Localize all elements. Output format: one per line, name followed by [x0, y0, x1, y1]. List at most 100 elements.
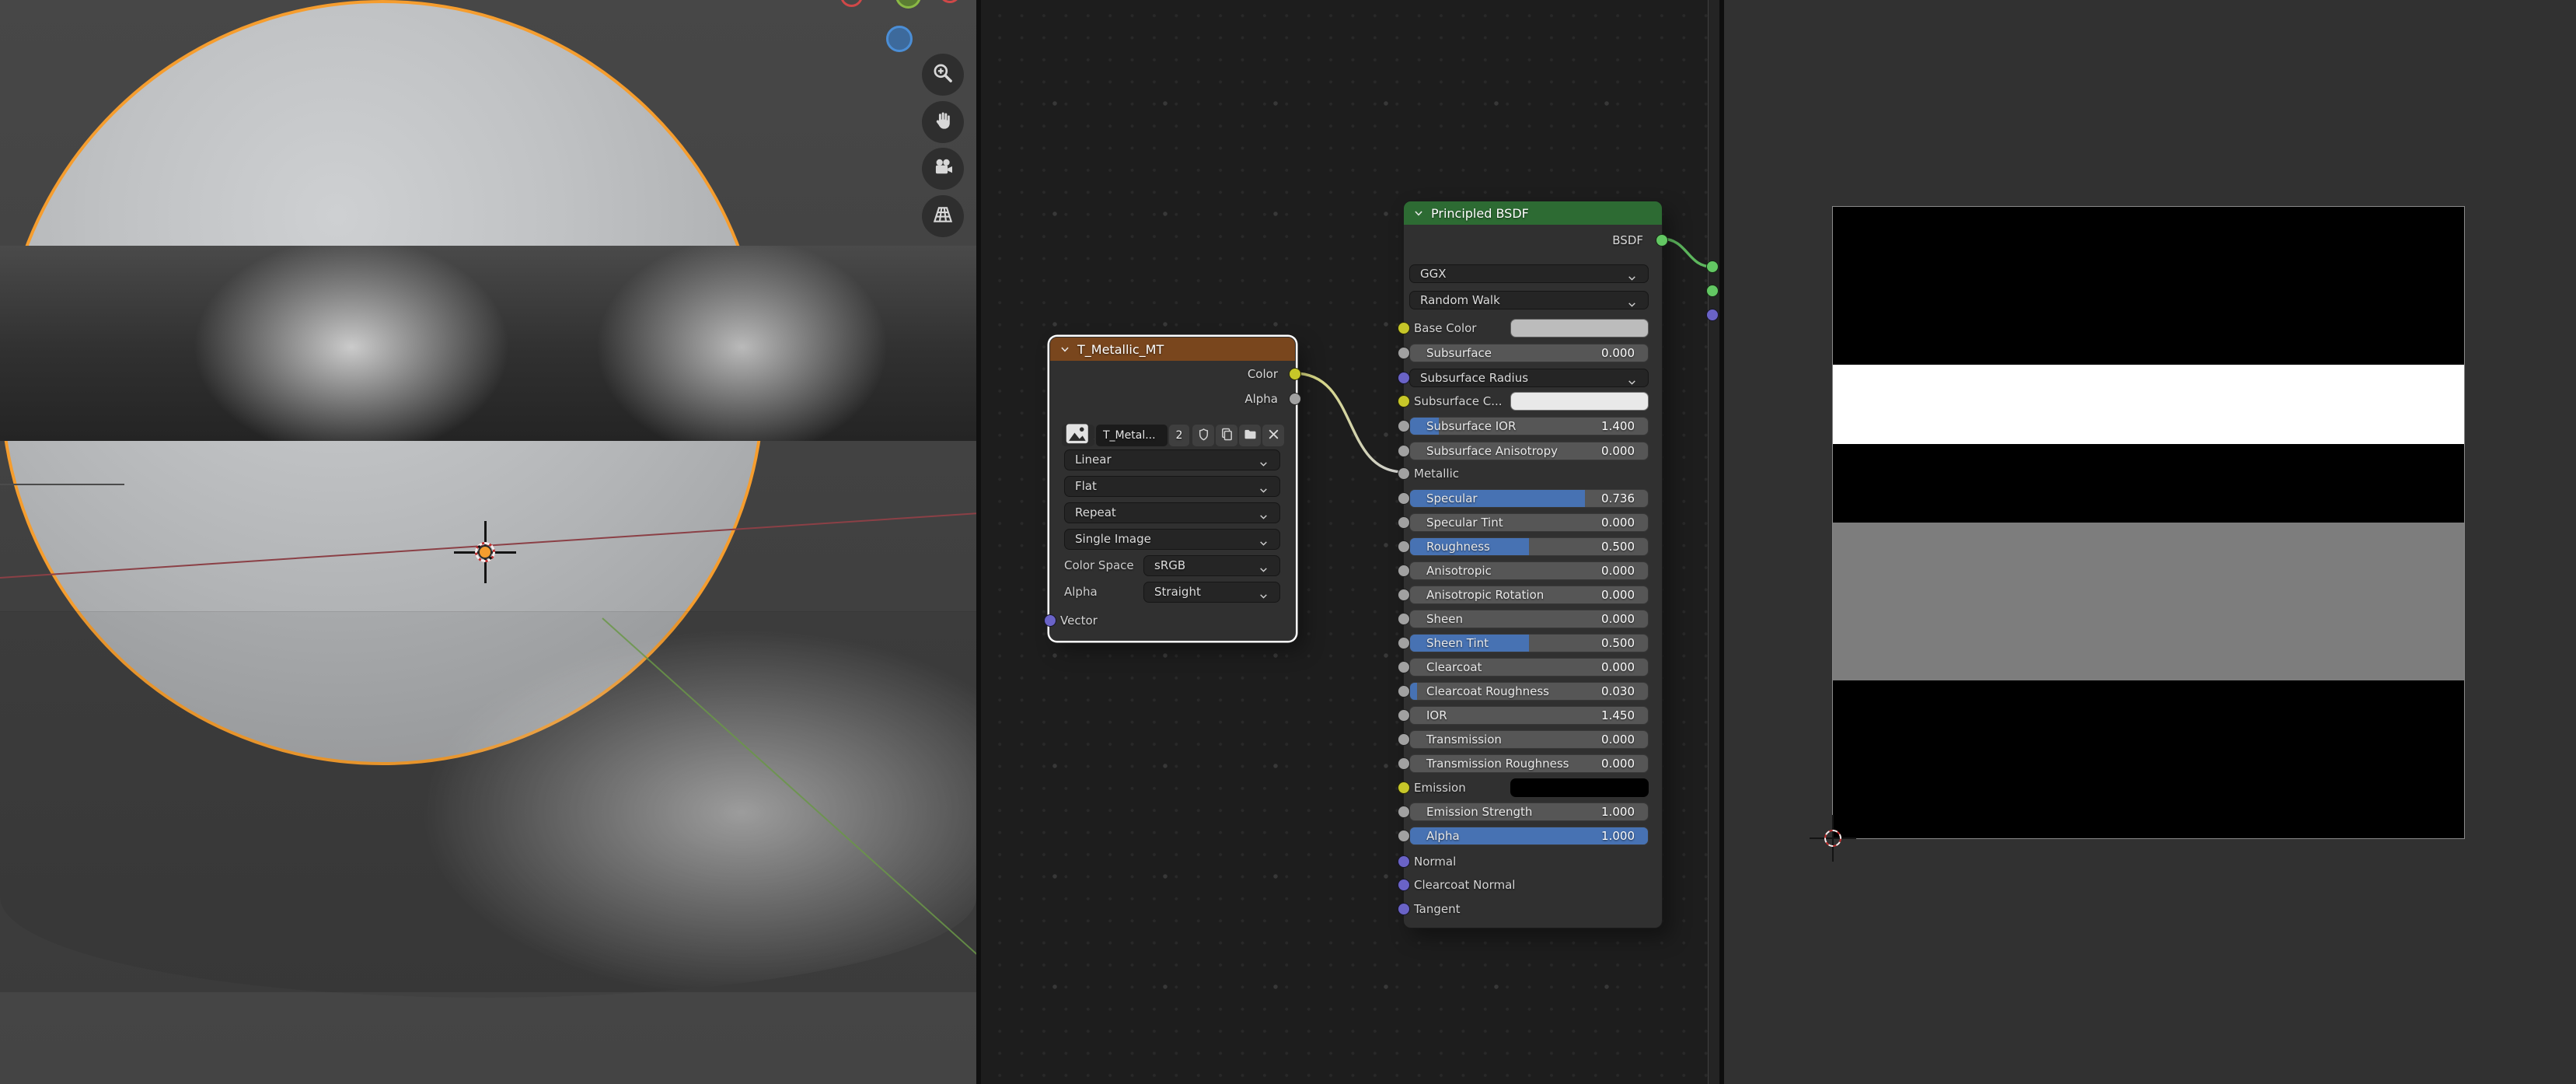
texture-dropdown-value: Single Image: [1075, 530, 1151, 549]
bsdf-input-socket-3[interactable]: [1398, 347, 1410, 359]
texture-band-1: [1833, 365, 2464, 444]
bsdf-slider-13[interactable]: Anisotropic Rotation0.000: [1409, 586, 1649, 604]
viewport-button-camera-view-icon[interactable]: [922, 148, 964, 190]
bsdf-slider-12[interactable]: Anisotropic0.000: [1409, 561, 1649, 580]
image-browse-button[interactable]: [1062, 425, 1094, 446]
bsdf-slider-23[interactable]: Alpha1.000: [1409, 827, 1649, 845]
offscreen-input-socket-1[interactable]: [1706, 285, 1719, 297]
bsdf-input-socket-12[interactable]: [1398, 565, 1410, 577]
bsdf-input-socket-13[interactable]: [1398, 589, 1410, 601]
3d-viewport[interactable]: [0, 0, 976, 1084]
bsdf-node-header[interactable]: Principled BSDF: [1404, 201, 1662, 225]
prop-row-label: Clearcoat Normal: [1414, 876, 1515, 894]
bsdf-slider-6[interactable]: Subsurface IOR1.400: [1409, 417, 1649, 435]
texture-prop-dropdown-1[interactable]: Straight: [1143, 582, 1280, 603]
datablock-folder-button[interactable]: [1239, 425, 1261, 446]
bsdf-input-socket-14[interactable]: [1398, 613, 1410, 625]
bsdf-input-socket-18[interactable]: [1398, 709, 1410, 722]
bsdf-input-socket-5[interactable]: [1398, 395, 1410, 407]
bsdf-row-tangent: Tangent: [1404, 900, 1662, 918]
sphere-object[interactable]: [0, 0, 765, 765]
bsdf-slider-18[interactable]: IOR1.450: [1409, 706, 1649, 725]
texture-prop-dropdown-0[interactable]: sRGB: [1143, 555, 1280, 576]
bsdf-input-socket-26[interactable]: [1398, 903, 1410, 915]
bsdf-input-socket-20[interactable]: [1398, 757, 1410, 770]
bsdf-slider-14[interactable]: Sheen0.000: [1409, 610, 1649, 628]
bsdf-input-socket-2[interactable]: [1398, 322, 1410, 334]
texture-dropdown-0[interactable]: Linear: [1064, 449, 1280, 470]
bsdf-input-socket-9[interactable]: [1398, 492, 1410, 505]
texture-vector-socket[interactable]: [1044, 614, 1056, 627]
viewport-button-zoom-icon[interactable]: [922, 54, 964, 96]
chevron-down-icon: [1264, 534, 1274, 544]
viewport-button-pan-hand-icon[interactable]: [922, 101, 964, 143]
bsdf-slider-7[interactable]: Subsurface Anisotropy0.000: [1409, 442, 1649, 460]
gizmo-z-ball[interactable]: [895, 0, 921, 9]
bsdf-input-socket-16[interactable]: [1398, 661, 1410, 673]
texture-band-3: [1833, 523, 2464, 680]
datablock-copy-button[interactable]: [1216, 425, 1237, 446]
bsdf-input-socket-7[interactable]: [1398, 445, 1410, 457]
bsdf-input-socket-6[interactable]: [1398, 420, 1410, 432]
color-swatch-2[interactable]: [1510, 319, 1649, 337]
collapse-chevron-icon[interactable]: [1413, 208, 1424, 219]
principled-bsdf-node[interactable]: Principled BSDF BSDF GGXRandom WalkBase …: [1403, 201, 1663, 928]
slider-label: Transmission: [1426, 731, 1502, 748]
bsdf-input-socket-11[interactable]: [1398, 540, 1410, 553]
datablock-shield-button[interactable]: [1192, 425, 1214, 446]
image-texture-node[interactable]: T_Metallic_MT ColorAlphaT_Metal...2Linea…: [1049, 337, 1296, 641]
gizmo-x2-ball[interactable]: [939, 0, 961, 3]
texture-prop-value: Straight: [1154, 582, 1201, 602]
offscreen-input-socket-2[interactable]: [1706, 309, 1719, 321]
bsdf-input-socket-8[interactable]: [1398, 467, 1410, 480]
gizmo-y-ball[interactable]: [886, 26, 913, 52]
bsdf-input-socket-25[interactable]: [1398, 879, 1410, 891]
bsdf-slider-15[interactable]: Sheen Tint0.500: [1409, 634, 1649, 652]
bsdf-input-socket-21[interactable]: [1398, 782, 1410, 794]
bsdf-row-anisotropic-rotation: Anisotropic Rotation0.000: [1404, 586, 1662, 604]
bsdf-output-socket[interactable]: [1656, 234, 1668, 247]
texture-dropdown-3[interactable]: Single Image: [1064, 529, 1280, 550]
bsdf-dropdown-0[interactable]: GGX: [1409, 264, 1649, 283]
texture-input-label: Vector: [1060, 611, 1098, 630]
collapse-chevron-icon[interactable]: [1059, 344, 1070, 355]
chevron-down-icon: [1632, 295, 1642, 306]
texture-node-header[interactable]: T_Metallic_MT: [1050, 337, 1295, 361]
datablock-unlink-x-button[interactable]: [1262, 425, 1284, 446]
bsdf-input-socket-15[interactable]: [1398, 637, 1410, 649]
texture-dropdown-2[interactable]: Repeat: [1064, 502, 1280, 523]
bsdf-slider-3[interactable]: Subsurface0.000: [1409, 344, 1649, 362]
texture-output-socket-color[interactable]: [1289, 368, 1301, 380]
bsdf-input-socket-24[interactable]: [1398, 855, 1410, 868]
bsdf-slider-11[interactable]: Roughness0.500: [1409, 537, 1649, 556]
bsdf-slider-19[interactable]: Transmission0.000: [1409, 730, 1649, 749]
bsdf-input-socket-22[interactable]: [1398, 806, 1410, 818]
bsdf-input-socket-4[interactable]: [1398, 372, 1410, 384]
bsdf-slider-10[interactable]: Specular Tint0.000: [1409, 513, 1649, 532]
texture-output-socket-alpha[interactable]: [1289, 393, 1301, 405]
color-swatch-21[interactable]: [1510, 778, 1649, 797]
bsdf-slider-17[interactable]: Clearcoat Roughness0.030: [1409, 682, 1649, 701]
image-users-count[interactable]: 2: [1169, 425, 1189, 446]
bsdf-node-title: Principled BSDF: [1431, 206, 1529, 221]
bsdf-input-socket-10[interactable]: [1398, 516, 1410, 529]
color-swatch-5[interactable]: [1510, 392, 1649, 411]
bsdf-slider-16[interactable]: Clearcoat0.000: [1409, 658, 1649, 677]
slider-value: 1.450: [1601, 707, 1635, 724]
bsdf-dropdown-4[interactable]: Subsurface Radius: [1409, 369, 1649, 387]
bsdf-input-socket-23[interactable]: [1398, 830, 1410, 842]
image-name-field[interactable]: T_Metal...: [1096, 425, 1168, 446]
bsdf-input-socket-17[interactable]: [1398, 685, 1410, 698]
bsdf-dropdown-1[interactable]: Random Walk: [1409, 291, 1649, 309]
gizmo-x-ball[interactable]: [840, 0, 863, 7]
bsdf-slider-9[interactable]: Specular0.736: [1409, 489, 1649, 508]
shield-icon: [1196, 426, 1212, 446]
viewport-button-grid-ortho-icon[interactable]: [922, 195, 964, 237]
bsdf-slider-22[interactable]: Emission Strength1.000: [1409, 803, 1649, 821]
texture-output-label: Color: [1248, 365, 1278, 383]
bsdf-input-socket-19[interactable]: [1398, 733, 1410, 746]
texture-dropdown-1[interactable]: Flat: [1064, 476, 1280, 497]
bsdf-slider-20[interactable]: Transmission Roughness0.000: [1409, 754, 1649, 773]
offscreen-input-socket-0[interactable]: [1706, 261, 1719, 273]
copy-icon: [1219, 426, 1235, 446]
